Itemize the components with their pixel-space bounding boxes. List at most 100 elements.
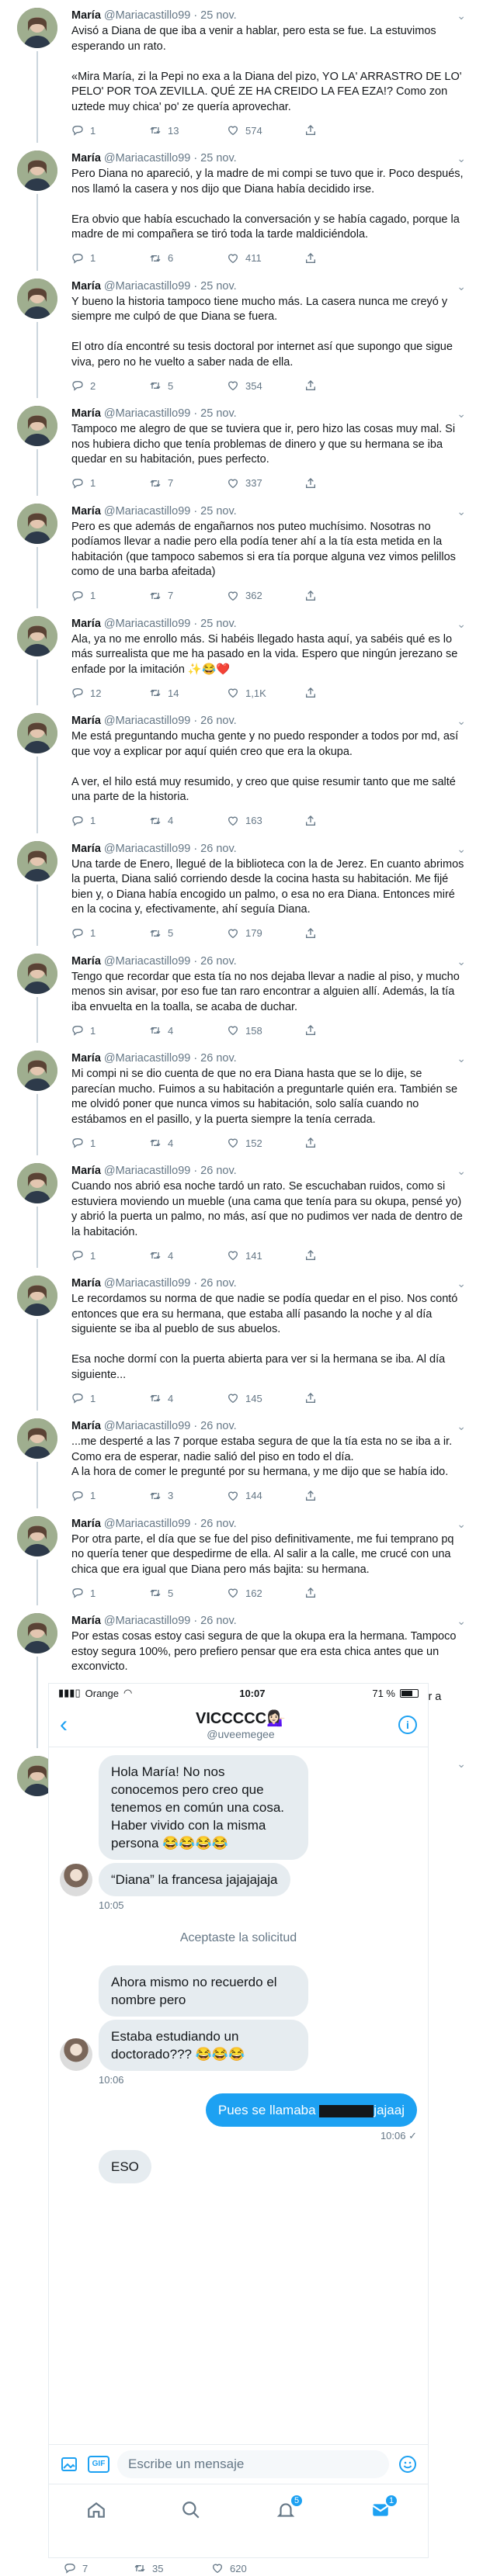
chevron-down-icon[interactable]: ⌄ xyxy=(457,841,466,857)
retweet-button[interactable]: 5 xyxy=(149,1587,227,1599)
reply-button[interactable]: 1 xyxy=(71,815,149,827)
tweet-date[interactable]: 25 nov. xyxy=(200,504,237,519)
author-name[interactable]: María xyxy=(71,1613,101,1629)
retweet-button[interactable]: 4 xyxy=(149,1249,227,1262)
author-handle[interactable]: @Mariacastillo99 xyxy=(104,954,190,969)
reply-button[interactable]: 7 xyxy=(64,2562,134,2574)
like-button[interactable]: 411 xyxy=(227,252,304,265)
like-button[interactable]: 354 xyxy=(227,379,304,392)
reply-button[interactable]: 1 xyxy=(71,477,149,490)
contact-avatar[interactable] xyxy=(60,1864,92,1896)
tweet[interactable]: María @Mariacastillo99 · 26 nov. ⌄ Le recorda… xyxy=(0,1268,483,1411)
retweet-button[interactable]: 6 xyxy=(149,252,227,265)
chevron-down-icon[interactable]: ⌄ xyxy=(457,616,466,632)
avatar[interactable] xyxy=(17,503,57,544)
search-icon[interactable] xyxy=(179,2498,203,2522)
chevron-down-icon[interactable]: ⌄ xyxy=(457,1418,466,1434)
author-name[interactable]: María xyxy=(71,616,101,632)
tweet[interactable]: María @Mariacastillo99 · 26 nov. ⌄ Me está pr… xyxy=(0,705,483,833)
tweet[interactable]: María @Mariacastillo99 · 26 nov. ⌄ Tengo que … xyxy=(0,946,483,1043)
author-handle[interactable]: @Mariacastillo99 xyxy=(104,713,190,729)
tweet-date[interactable]: 25 nov. xyxy=(200,616,237,632)
author-name[interactable]: María xyxy=(71,1418,101,1434)
chevron-down-icon[interactable]: ⌄ xyxy=(457,151,466,166)
chevron-down-icon[interactable]: ⌄ xyxy=(457,1276,466,1291)
author-name[interactable]: María xyxy=(71,279,101,294)
tweet-date[interactable]: 26 nov. xyxy=(200,841,237,857)
info-icon[interactable]: i xyxy=(398,1715,417,1734)
share-icon[interactable] xyxy=(304,477,382,490)
tweet-date[interactable]: 25 nov. xyxy=(200,279,237,294)
chevron-down-icon[interactable]: ⌄ xyxy=(457,954,466,969)
share-icon[interactable] xyxy=(304,815,382,827)
tweet[interactable]: María @Mariacastillo99 · 25 nov. ⌄ Tampoco me… xyxy=(0,398,483,496)
retweet-button[interactable]: 5 xyxy=(149,379,227,392)
reply-button[interactable]: 12 xyxy=(71,687,149,699)
contact-avatar[interactable] xyxy=(60,2038,92,2071)
like-button[interactable]: 1,1K xyxy=(227,687,304,699)
retweet-button[interactable]: 35 xyxy=(134,2562,211,2574)
reply-button[interactable]: 1 xyxy=(71,124,149,137)
chevron-down-icon[interactable]: ⌄ xyxy=(457,1756,466,1771)
tweet-date[interactable]: 26 nov. xyxy=(200,1613,237,1629)
retweet-button[interactable]: 4 xyxy=(149,1137,227,1149)
message-input[interactable]: Escribe un mensaje xyxy=(117,2450,389,2478)
author-handle[interactable]: @Mariacastillo99 xyxy=(104,406,190,421)
avatar[interactable] xyxy=(17,953,57,994)
like-button[interactable]: 152 xyxy=(227,1137,304,1149)
avatar[interactable] xyxy=(17,840,57,881)
like-button[interactable]: 158 xyxy=(227,1024,304,1037)
like-button[interactable]: 574 xyxy=(227,124,304,137)
chevron-down-icon[interactable]: ⌄ xyxy=(457,1516,466,1532)
reply-button[interactable]: 1 xyxy=(71,1587,149,1599)
like-button[interactable]: 141 xyxy=(227,1249,304,1262)
avatar[interactable] xyxy=(17,615,57,656)
home-icon[interactable] xyxy=(85,2498,108,2522)
tweet[interactable]: María @Mariacastillo99 · 26 nov. ⌄ ...me desp… xyxy=(0,1411,483,1508)
author-handle[interactable]: @Mariacastillo99 xyxy=(104,1051,190,1066)
chevron-down-icon[interactable]: ⌄ xyxy=(457,504,466,519)
chevron-down-icon[interactable]: ⌄ xyxy=(457,279,466,294)
like-button[interactable]: 163 xyxy=(227,815,304,827)
tweet-date[interactable]: 26 nov. xyxy=(200,1163,237,1179)
avatar[interactable] xyxy=(17,406,57,446)
retweet-button[interactable]: 14 xyxy=(149,687,227,699)
share-icon[interactable] xyxy=(304,590,382,602)
avatar[interactable] xyxy=(17,151,57,191)
chevron-down-icon[interactable]: ⌄ xyxy=(457,713,466,729)
author-handle[interactable]: @Mariacastillo99 xyxy=(104,151,190,166)
share-icon[interactable] xyxy=(304,1587,382,1599)
reply-button[interactable]: 1 xyxy=(71,1024,149,1037)
avatar[interactable] xyxy=(17,1276,57,1316)
share-icon[interactable] xyxy=(304,379,382,392)
author-handle[interactable]: @Mariacastillo99 xyxy=(104,1163,190,1179)
chevron-down-icon[interactable]: ⌄ xyxy=(457,406,466,421)
tweet-date[interactable]: 25 nov. xyxy=(200,406,237,421)
tweet[interactable]: María @Mariacastillo99 · 25 nov. ⌄ Avisó a Di… xyxy=(0,0,483,143)
retweet-button[interactable]: 3 xyxy=(149,1490,227,1502)
author-handle[interactable]: @Mariacastillo99 xyxy=(104,504,190,519)
reply-button[interactable]: 1 xyxy=(71,252,149,265)
retweet-button[interactable]: 4 xyxy=(149,1024,227,1037)
retweet-button[interactable]: 4 xyxy=(149,815,227,827)
tweet-date[interactable]: 26 nov. xyxy=(200,1516,237,1532)
author-name[interactable]: María xyxy=(71,1276,101,1291)
emoji-icon[interactable] xyxy=(397,2453,419,2475)
tweet[interactable]: María @Mariacastillo99 · 25 nov. ⌄ Y bueno la… xyxy=(0,271,483,398)
tweet[interactable]: María @Mariacastillo99 · 26 nov. ⌄ Mi compi n… xyxy=(0,1043,483,1155)
avatar[interactable] xyxy=(17,1051,57,1091)
chevron-down-icon[interactable]: ⌄ xyxy=(457,8,466,23)
author-name[interactable]: María xyxy=(71,1163,101,1179)
author-handle[interactable]: @Mariacastillo99 xyxy=(104,841,190,857)
author-name[interactable]: María xyxy=(71,713,101,729)
tweet-date[interactable]: 26 nov. xyxy=(200,713,237,729)
tweet[interactable]: María @Mariacastillo99 · 26 nov. ⌄ Por otra p… xyxy=(0,1508,483,1605)
tweet-date[interactable]: 25 nov. xyxy=(200,151,237,166)
avatar[interactable] xyxy=(17,1515,57,1556)
like-button[interactable]: 337 xyxy=(227,477,304,490)
author-handle[interactable]: @Mariacastillo99 xyxy=(104,1418,190,1434)
author-handle[interactable]: @Mariacastillo99 xyxy=(104,616,190,632)
avatar[interactable] xyxy=(17,1418,57,1459)
retweet-button[interactable]: 7 xyxy=(149,477,227,490)
author-name[interactable]: María xyxy=(71,504,101,519)
